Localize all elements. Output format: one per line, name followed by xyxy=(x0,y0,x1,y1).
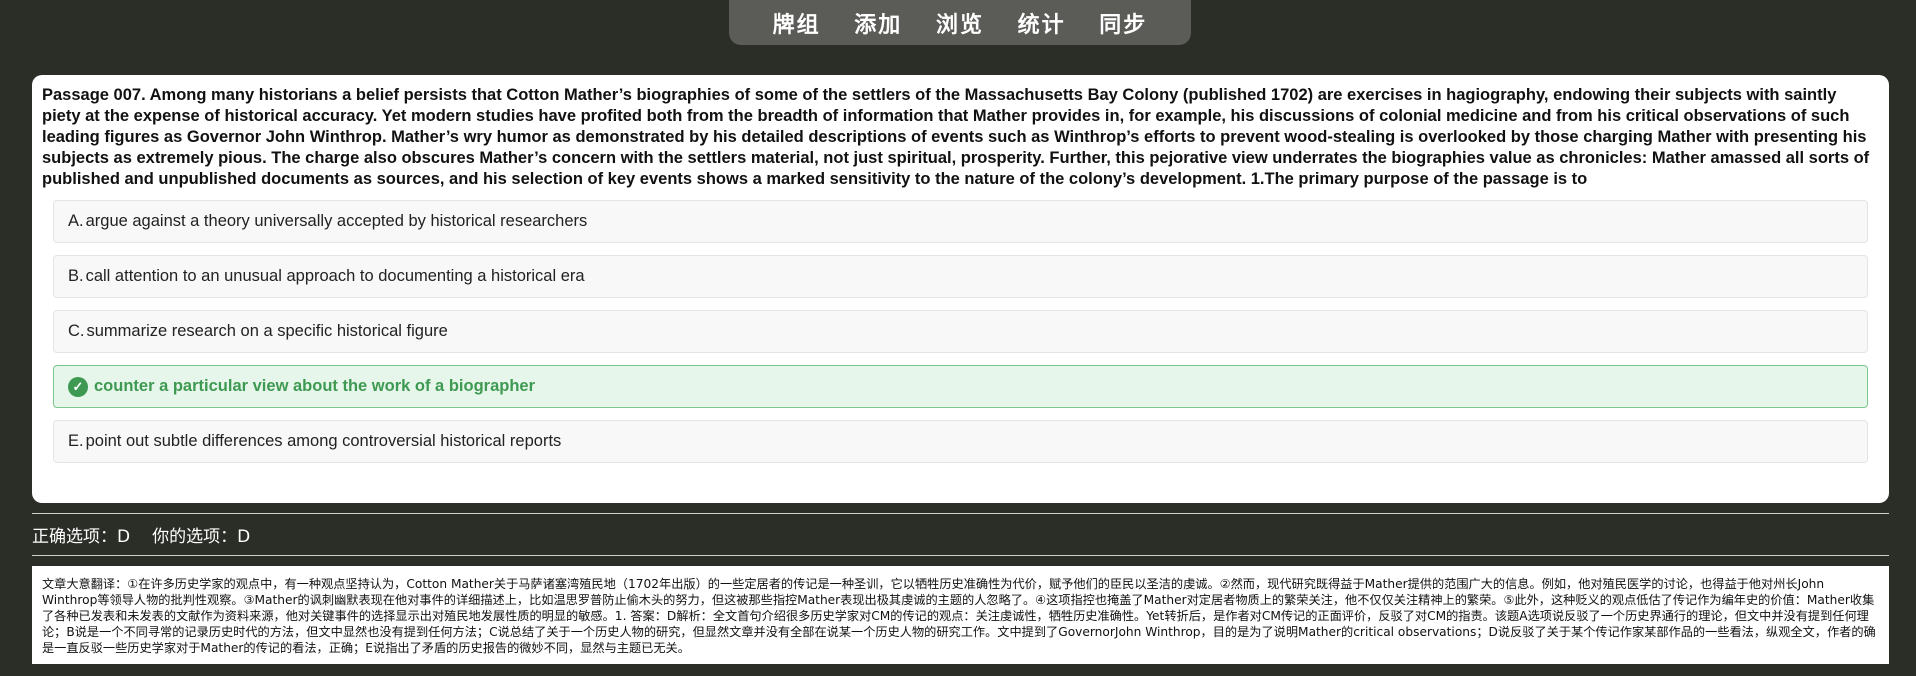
explanation-panel: 文章大意翻译：①在许多历史学家的观点中，有一种观点坚持认为，Cotton Mat… xyxy=(32,566,1889,664)
option-text: call attention to an unusual approach to… xyxy=(85,267,585,285)
correct-answer-label: 正确选项：D xyxy=(32,527,131,547)
answer-summary: 正确选项：D 你的选项：D xyxy=(32,522,250,547)
nav-decks[interactable]: 牌组 xyxy=(773,7,821,39)
option-text: point out subtle differences among contr… xyxy=(85,432,562,450)
option-letter: C. xyxy=(68,322,85,340)
option-d-correct[interactable]: ✓ counter a particular view about the wo… xyxy=(53,365,1868,408)
nav-sync[interactable]: 同步 xyxy=(1099,7,1147,39)
check-circle-icon: ✓ xyxy=(68,376,88,397)
explanation-text: 文章大意翻译：①在许多历史学家的观点中，有一种观点坚持认为，Cotton Mat… xyxy=(42,577,1876,655)
top-nav: 牌组 添加 浏览 统计 同步 xyxy=(729,0,1191,45)
passage-text: Passage 007. Among many historians a bel… xyxy=(42,86,1870,188)
your-answer-label: 你的选项：D xyxy=(152,527,251,547)
option-c[interactable]: C. summarize research on a specific hist… xyxy=(53,310,1868,353)
option-text: summarize research on a specific histori… xyxy=(86,322,448,340)
divider-top xyxy=(32,513,1889,514)
option-letter: B. xyxy=(68,267,84,285)
nav-browse[interactable]: 浏览 xyxy=(936,7,984,39)
option-b[interactable]: B. call attention to an unusual approach… xyxy=(53,255,1868,298)
divider-bottom xyxy=(32,555,1889,556)
option-a[interactable]: A. argue against a theory universally ac… xyxy=(53,200,1868,243)
question-card: Passage 007. Among many historians a bel… xyxy=(32,75,1889,503)
option-e[interactable]: E. point out subtle differences among co… xyxy=(53,420,1868,463)
options-list: A. argue against a theory universally ac… xyxy=(42,200,1879,463)
option-letter: A. xyxy=(68,212,84,230)
option-text: counter a particular view about the work… xyxy=(94,377,535,395)
nav-stats[interactable]: 统计 xyxy=(1018,7,1066,39)
option-letter: E. xyxy=(68,432,84,450)
nav-add[interactable]: 添加 xyxy=(854,7,902,39)
option-text: argue against a theory universally accep… xyxy=(85,212,588,230)
